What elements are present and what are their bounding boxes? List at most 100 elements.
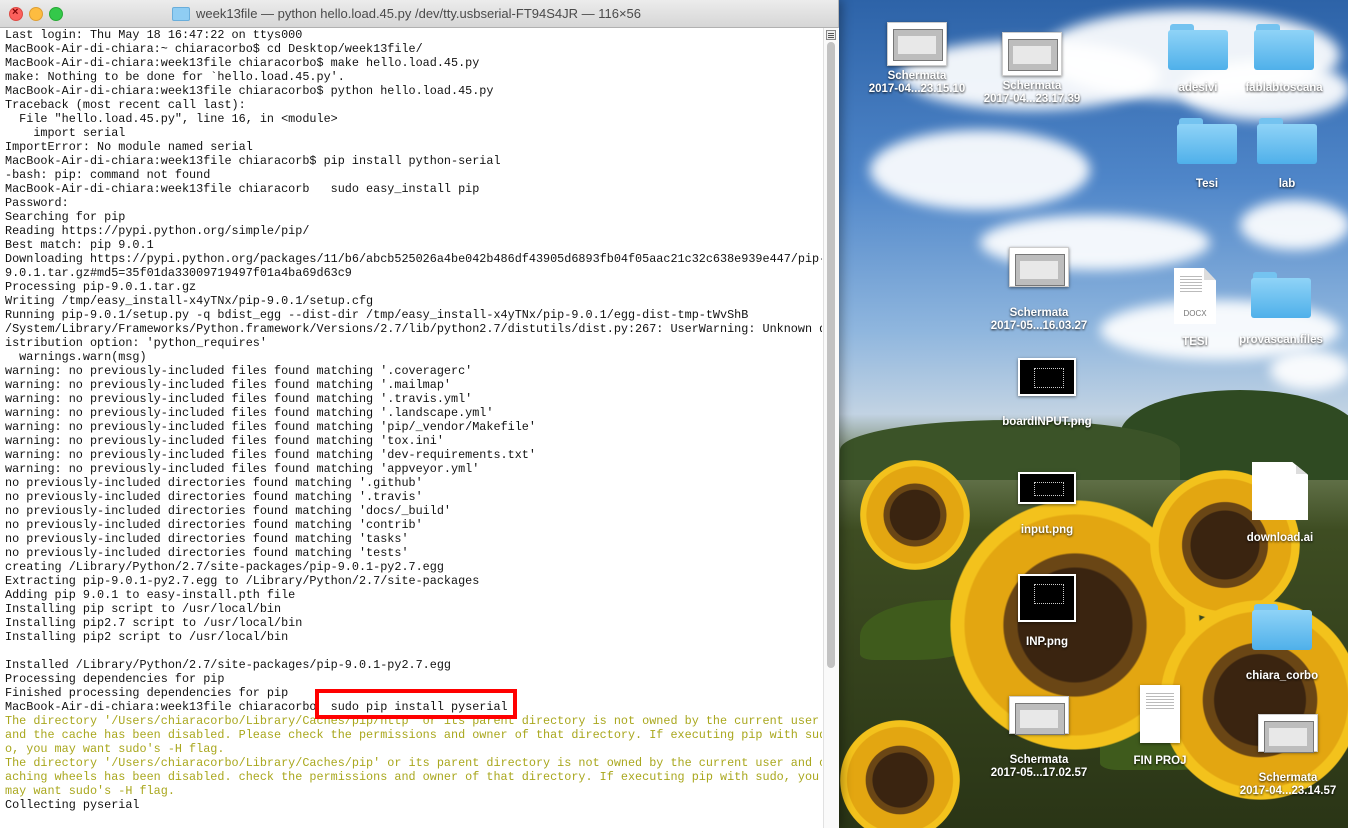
window-titlebar[interactable]: × week13file — python hello.load.45.py /… [0, 0, 838, 28]
terminal-line: MacBook-Air-di-chiara:week13file chiarac… [5, 154, 501, 168]
terminal-line: Searching for pip [5, 210, 126, 224]
maximize-button[interactable] [49, 7, 63, 21]
folder-icon [1252, 604, 1312, 650]
folder-icon [1254, 24, 1314, 70]
desktop-icon-screenshot[interactable]: Schermata 2017-05...16.03.27 [984, 247, 1094, 333]
image-thumbnail-icon [1018, 574, 1076, 622]
desktop-icon-label: Schermata 2017-05...16.03.27 [990, 307, 1088, 332]
terminal-line: -bash: pip: command not found [5, 168, 211, 182]
terminal-line: Collecting pyserial [5, 798, 140, 812]
terminal-line: make: Nothing to be done for `hello.load… [5, 70, 345, 84]
terminal-line: Running pip-9.0.1/setup.py -q bdist_egg … [5, 308, 749, 322]
terminal-line: warning: no previously-included files fo… [5, 378, 451, 392]
terminal-line: Reading https://pypi.python.org/simple/p… [5, 224, 310, 238]
terminal-line: Best match: pip 9.0.1 [5, 238, 154, 252]
scrollbar-thumb[interactable] [827, 42, 835, 668]
desktop-icon-folder[interactable]: lab [1232, 118, 1342, 191]
terminal-line: no previously-included directories found… [5, 518, 423, 532]
terminal-line: o, you may want sudo's -H flag. [5, 742, 225, 756]
terminal-line: warning: no previously-included files fo… [5, 462, 480, 476]
screenshot-thumbnail-icon [887, 22, 947, 66]
image-thumbnail-icon [1018, 472, 1076, 504]
terminal-line: import serial [5, 126, 126, 140]
terminal-line: Installing pip2 script to /usr/local/bin [5, 630, 289, 644]
desktop-icon-document[interactable]: FIN PROJ [1105, 685, 1215, 768]
file-extension-label: DOCX [1183, 309, 1207, 318]
terminal-line: warning: no previously-included files fo… [5, 364, 473, 378]
terminal-line: MacBook-Air-di-chiara:week13file chiarac… [5, 56, 480, 70]
terminal-line: Extracting pip-9.0.1-py2.7.egg to /Libra… [5, 574, 480, 588]
terminal-line: Adding pip 9.0.1 to easy-install.pth fil… [5, 588, 296, 602]
desktop-icon-label: chiara_corbo [1245, 670, 1319, 682]
terminal-line: Password: [5, 196, 69, 210]
scroll-menu-icon[interactable] [826, 30, 836, 40]
desktop-icon-label: FIN PROJ [1133, 755, 1187, 767]
window-title: week13file — python hello.load.45.py /de… [172, 6, 641, 21]
docx-file-icon: DOCX [1174, 268, 1216, 324]
terminal-line: creating /Library/Python/2.7/site-packag… [5, 560, 444, 574]
terminal-line: Writing /tmp/easy_install-x4yTNx/pip-9.0… [5, 294, 374, 308]
desktop-icon-folder[interactable]: provascan.files [1226, 272, 1336, 347]
terminal-line: Processing dependencies for pip [5, 672, 225, 686]
desktop-icon-screenshot[interactable]: Schermata 2017-04...23.14.57 [1233, 714, 1343, 798]
window-title-text: week13file — python hello.load.45.py /de… [196, 6, 642, 21]
terminal-line: warning: no previously-included files fo… [5, 420, 536, 434]
terminal-line: istribution option: 'python_requires' [5, 336, 267, 350]
desktop-icon-folder[interactable]: chiara_corbo [1227, 604, 1337, 683]
desktop-icon-image[interactable]: boardINPUT.png [992, 358, 1102, 429]
terminal-line: Downloading https://pypi.python.org/pack… [5, 252, 822, 266]
desktop-icon-label: download.ai [1246, 532, 1314, 544]
terminal-line: warning: no previously-included files fo… [5, 448, 536, 462]
terminal-line: no previously-included directories found… [5, 532, 409, 546]
desktop-icon-label: boardINPUT.png [1002, 416, 1092, 428]
image-thumbnail-icon [1018, 358, 1076, 396]
terminal-line: no previously-included directories found… [5, 546, 409, 560]
folder-icon [1251, 272, 1311, 318]
terminal-line: /System/Library/Frameworks/Python.framew… [5, 322, 822, 336]
vertical-scrollbar[interactable] [823, 28, 839, 828]
screenshot-thumbnail-icon [1002, 32, 1062, 76]
folder-icon [1257, 118, 1317, 164]
folder-icon [172, 6, 190, 21]
desktop-icon-label: provascan.files [1239, 334, 1323, 346]
document-file-icon [1252, 462, 1308, 520]
folder-icon [1177, 118, 1237, 164]
terminal-line: and the cache has been disabled. Please … [5, 728, 822, 742]
desktop-icon-label: Schermata 2017-04...23.14.57 [1239, 772, 1337, 797]
terminal-line: Processing pip-9.0.1.tar.gz [5, 280, 197, 294]
desktop-icon-screenshot[interactable]: Schermata 2017-04...23.15.10 [862, 22, 972, 96]
desktop-icon-folder[interactable]: fablabtoscana [1229, 24, 1339, 95]
terminal-line: MacBook-Air-di-chiara:week13file chiarac… [5, 182, 480, 196]
desktop-icon-image[interactable]: input.png [992, 472, 1102, 537]
annotation-highlight-box [315, 689, 517, 719]
screenshot-thumbnail-icon [1009, 247, 1069, 287]
terminal-line: Installing pip2.7 script to /usr/local/b… [5, 616, 303, 630]
folder-icon [1168, 24, 1228, 70]
minimize-button[interactable] [29, 7, 43, 21]
terminal-line: 9.0.1.tar.gz#md5=35f01da33009719497f01a4… [5, 266, 352, 280]
terminal-line: MacBook-Air-di-chiara:week13file chiarac… [5, 84, 494, 98]
desktop-icon-screenshot[interactable]: Schermata 2017-05...17.02.57 [984, 696, 1094, 780]
desktop-icon-image[interactable]: INP.png [992, 574, 1102, 649]
terminal-line: Traceback (most recent call last): [5, 98, 246, 112]
desktop-icon-label: Schermata 2017-04...23.15.10 [868, 70, 966, 95]
terminal-window: × week13file — python hello.load.45.py /… [0, 0, 839, 828]
terminal-line: aching wheels has been disabled. check t… [5, 770, 820, 784]
terminal-line: Last login: Thu May 18 16:47:22 on ttys0… [5, 28, 303, 42]
terminal-line: File "hello.load.45.py", line 16, in <mo… [5, 112, 338, 126]
screenshot-thumbnail-icon [1258, 714, 1318, 753]
desktop-icon-screenshot[interactable]: Schermata 2017-04...23.17.39 [977, 32, 1087, 106]
terminal-line: no previously-included directories found… [5, 490, 423, 504]
terminal-line: Installed /Library/Python/2.7/site-packa… [5, 658, 451, 672]
desktop-icon-document[interactable]: download.ai [1225, 462, 1335, 545]
close-icon: × [12, 6, 19, 18]
terminal-line: warnings.warn(msg) [5, 350, 147, 364]
desktop-icon-label: fablabtoscana [1245, 82, 1323, 94]
desktop-icon-label: Schermata 2017-04...23.17.39 [983, 80, 1081, 105]
terminal-line: MacBook-Air-di-chiara:~ chiaracorbo$ cd … [5, 42, 423, 56]
desktop-icon-label: Schermata 2017-05...17.02.57 [990, 754, 1088, 779]
terminal-line: warning: no previously-included files fo… [5, 406, 494, 420]
close-button[interactable]: × [9, 6, 23, 21]
desktop-icon-label: lab [1278, 178, 1296, 190]
